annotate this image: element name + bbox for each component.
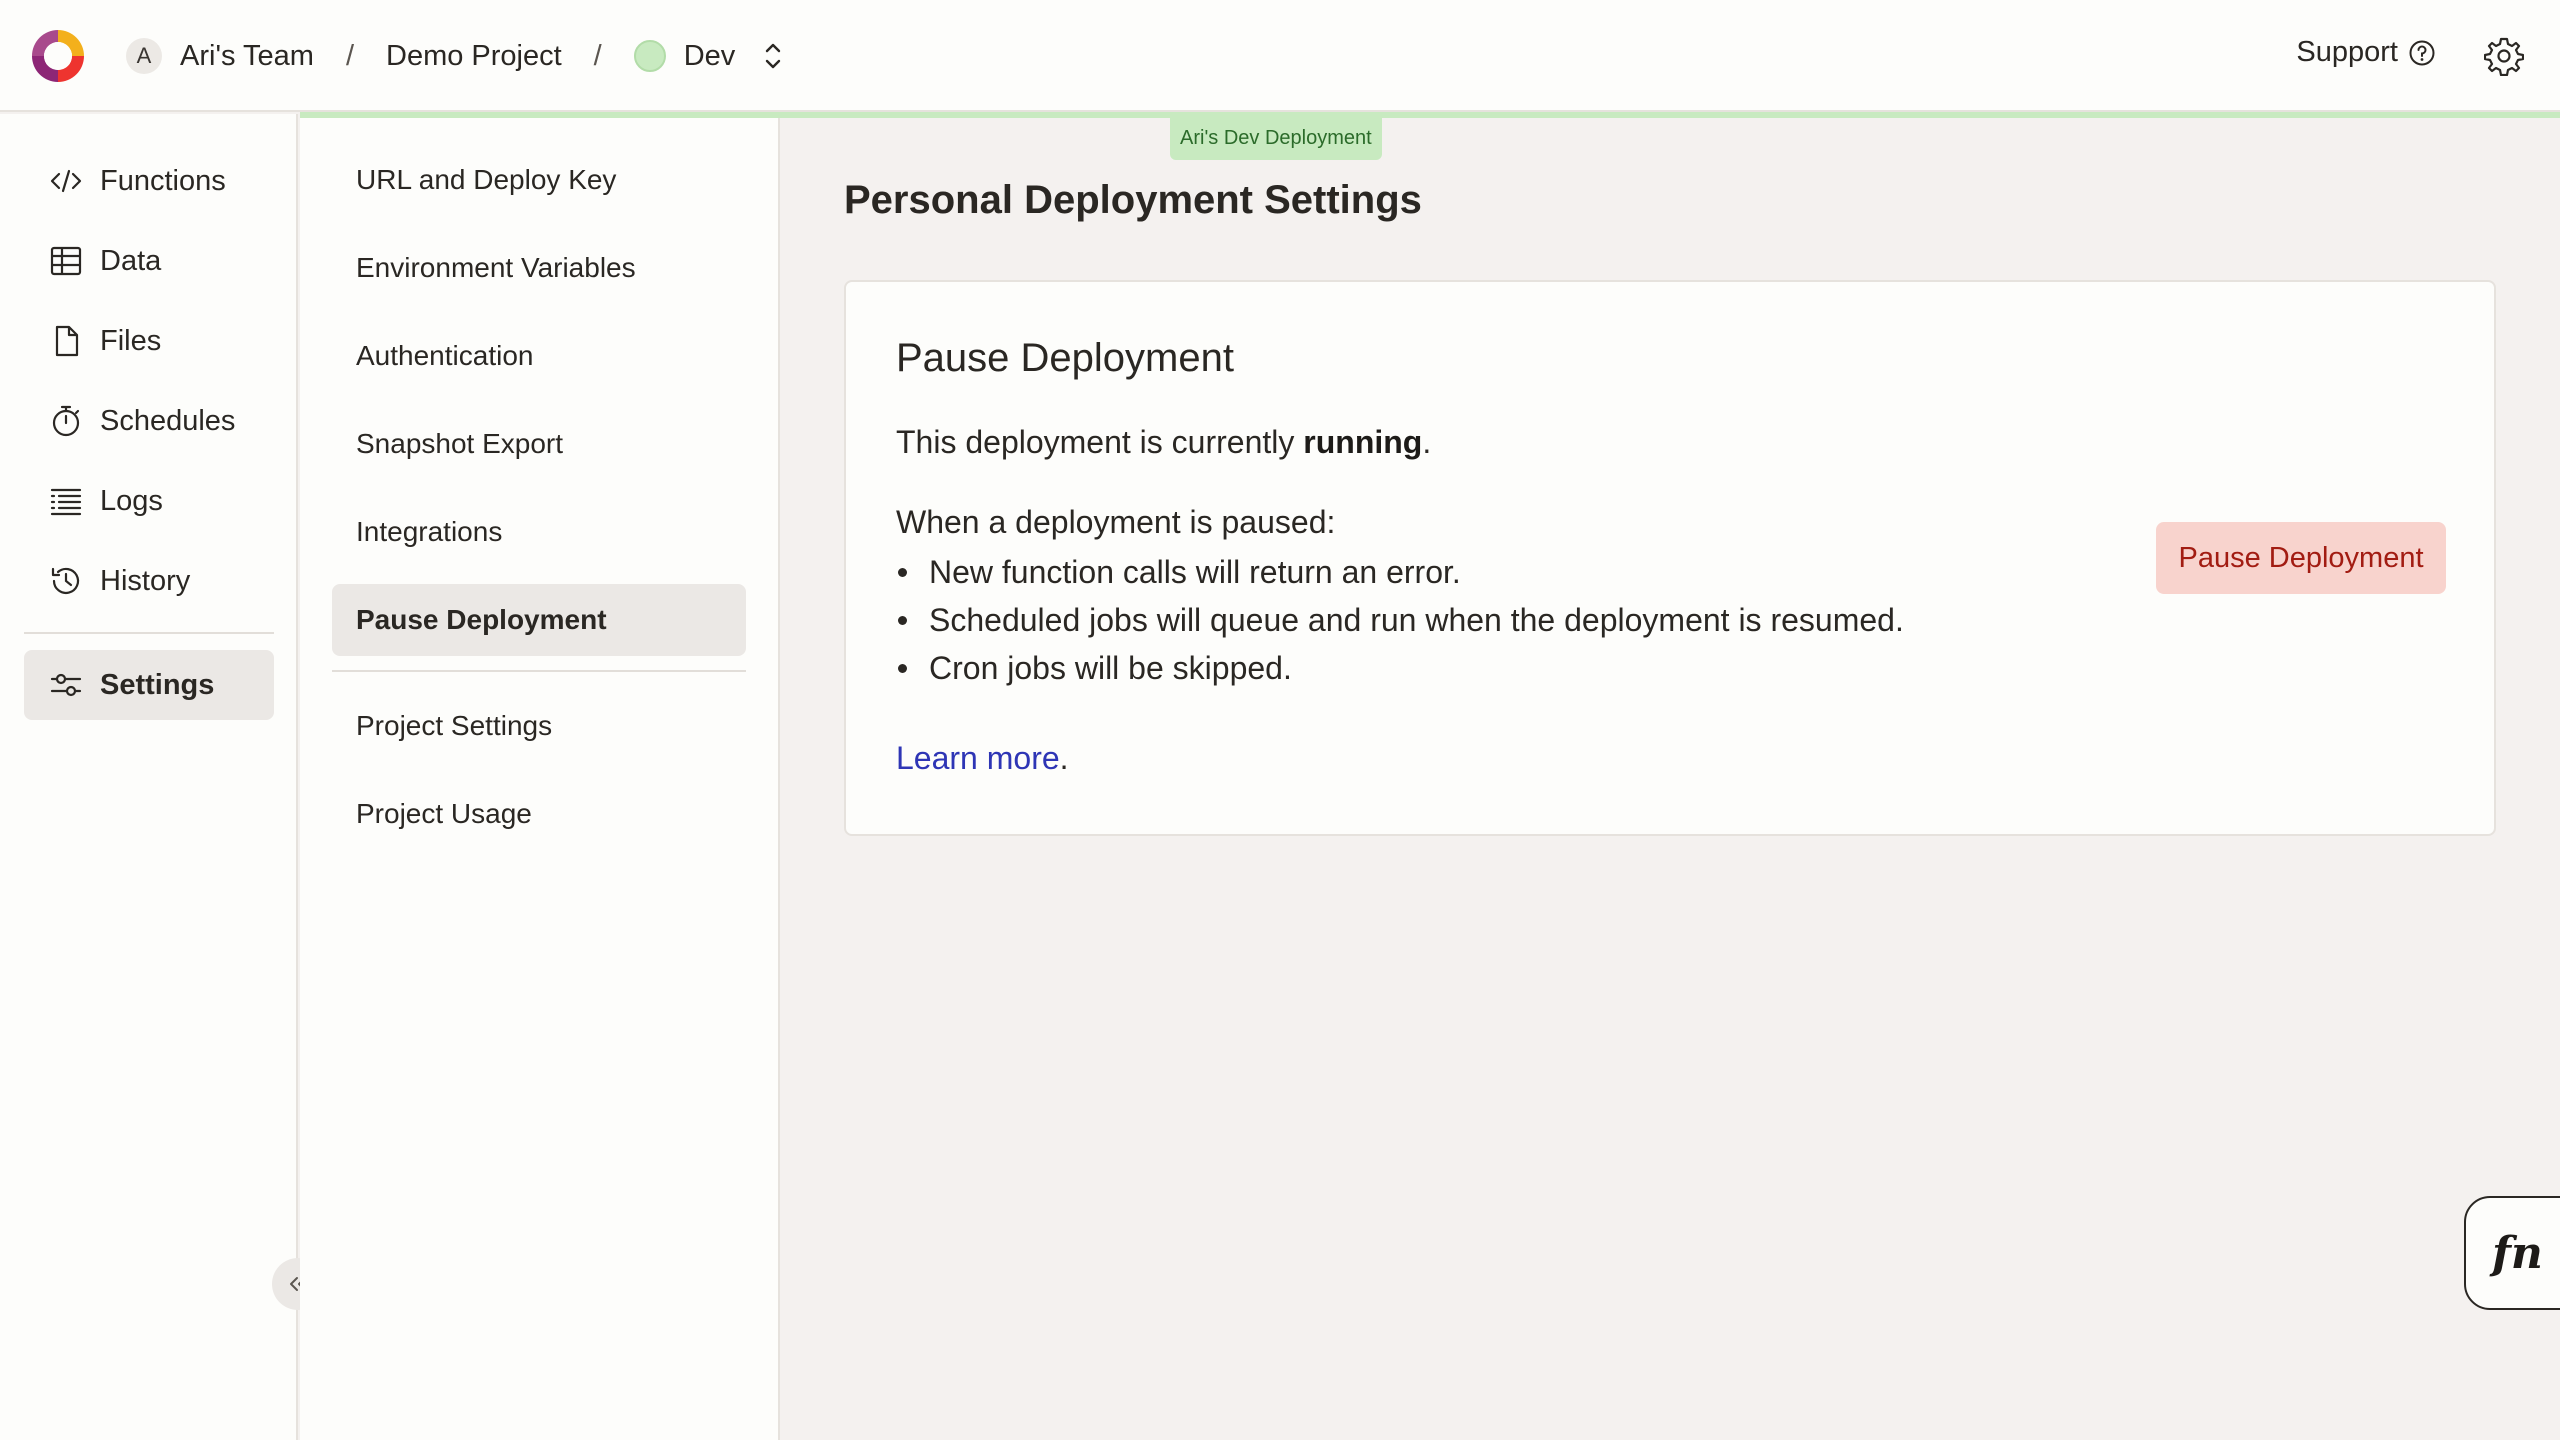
stopwatch-icon [48,403,84,439]
sidebar-item-settings[interactable]: Settings [24,650,274,720]
status-prefix: This deployment is currently [896,424,1304,460]
sidebar-item-label: Data [100,244,162,277]
function-runner-button[interactable]: fn [2464,1196,2560,1310]
sidebar-item-label: Schedules [100,404,236,437]
list-icon [48,483,84,519]
left-sidebar: Functions Data Files Schedules Logs Hist… [0,114,298,1440]
breadcrumb-separator: / [593,39,602,72]
file-icon [48,323,84,359]
breadcrumb: A Ari's Team / Demo Project / Dev [126,0,785,112]
list-item-text: Cron jobs will be skipped. [929,650,1292,686]
settings-item-project-settings[interactable]: Project Settings [332,690,746,762]
bullet-dot [898,663,907,673]
sidebar-item-functions[interactable]: Functions [24,146,274,216]
paused-effects-list: New function calls will return an error.… [896,548,1904,692]
help-circle-icon [2409,40,2435,65]
list-item: New function calls will return an error. [896,548,1904,596]
settings-item-snapshot-export[interactable]: Snapshot Export [332,408,746,480]
list-item: Cron jobs will be skipped. [896,644,1904,692]
convex-logo-icon[interactable] [28,26,88,86]
sidebar-item-history[interactable]: History [24,546,274,616]
settings-item-authentication[interactable]: Authentication [332,320,746,392]
sidebar-item-data[interactable]: Data [24,226,274,296]
sidebar-item-label: Settings [100,668,215,701]
gear-icon[interactable] [2484,36,2524,76]
pause-deployment-button[interactable]: Pause Deployment [2156,522,2446,594]
settings-subnav: URL and Deploy Key Environment Variables… [300,118,780,1440]
list-item-text: New function calls will return an error. [929,554,1461,590]
sidebar-item-label: Logs [100,484,163,517]
support-label: Support [2296,36,2398,68]
settings-item-environment-variables[interactable]: Environment Variables [332,232,746,304]
settings-item-pause-deployment[interactable]: Pause Deployment [332,584,746,656]
learn-more-link[interactable]: Learn more [896,740,1060,776]
project-selector[interactable]: Demo Project [386,40,562,73]
deployment-selector[interactable]: Dev [684,40,736,73]
sidebar-item-files[interactable]: Files [24,306,274,376]
code-icon [48,163,84,199]
sidebar-item-logs[interactable]: Logs [24,466,274,536]
settings-item-url-deploy-key[interactable]: URL and Deploy Key [332,144,746,216]
support-button[interactable]: Support [2296,36,2436,69]
deployment-name-tag: Ari's Dev Deployment [1170,116,1382,160]
status-value: running [1303,424,1423,460]
page-title: Personal Deployment Settings [844,178,1422,222]
list-item: Scheduled jobs will queue and run when t… [896,596,1904,644]
paused-effects-heading: When a deployment is paused: [896,504,1336,540]
chevron-up-down-icon[interactable] [761,39,785,73]
breadcrumb-separator: / [345,39,354,72]
deployment-status-dot [633,40,666,72]
status-suffix: . [1422,424,1432,460]
bullet-dot [898,567,907,577]
team-avatar: A [126,38,162,74]
top-header: A Ari's Team / Demo Project / Dev Suppor… [0,0,2560,112]
sidebar-item-label: History [100,564,191,597]
settings-item-project-usage[interactable]: Project Usage [332,778,746,850]
settings-subnav-divider [332,670,746,672]
table-icon [48,243,84,279]
sidebar-item-label: Functions [100,164,226,197]
pause-deployment-card: Pause Deployment This deployment is curr… [844,280,2496,836]
learn-more-line: Learn more. [896,740,1069,777]
team-selector[interactable]: Ari's Team [180,40,314,73]
sidebar-item-schedules[interactable]: Schedules [24,386,274,456]
card-title: Pause Deployment [896,336,1234,380]
learn-more-suffix: . [1059,740,1069,776]
settings-item-integrations[interactable]: Integrations [332,496,746,568]
sidebar-item-label: Files [100,324,162,357]
list-item-text: Scheduled jobs will queue and run when t… [929,602,1904,638]
deployment-status-text: This deployment is currently running. [896,424,1431,461]
history-icon [48,563,84,599]
bullet-dot [898,615,907,625]
sliders-icon [48,667,84,703]
sidebar-divider [24,632,274,634]
